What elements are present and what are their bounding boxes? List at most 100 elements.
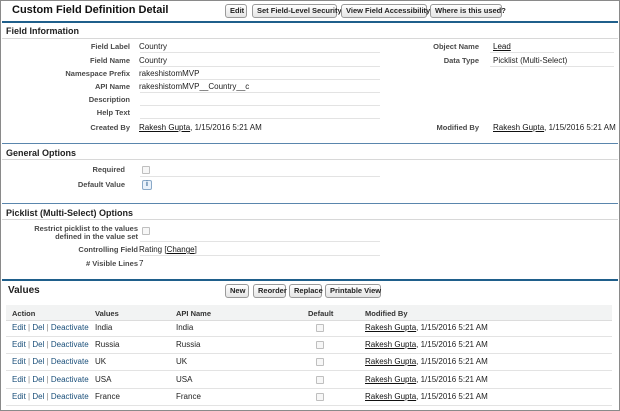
modified-by-user-link[interactable]: Rakesh Gupta: [493, 123, 544, 132]
restrict-picklist-label-line2: defined in the value set: [55, 232, 138, 241]
picklist-options-heading: Picklist (Multi-Select) Options: [6, 208, 134, 218]
general-options-heading: General Options: [6, 148, 77, 158]
page-title: Custom Field Definition Detail: [12, 4, 169, 16]
namespace-prefix-value: rakeshistomMVP: [139, 69, 200, 78]
created-by-user-link[interactable]: Rakesh Gupta: [139, 123, 190, 132]
row-value: Russia: [95, 340, 120, 349]
row-modified-by: Rakesh Gupta, 1/15/2016 5:21 AM: [365, 392, 488, 401]
del-action-link[interactable]: Del: [32, 375, 44, 384]
namespace-prefix-label: Namespace Prefix: [65, 69, 130, 78]
values-heading: Values: [8, 285, 40, 296]
deactivate-action-link[interactable]: Deactivate: [51, 375, 89, 384]
edit-action-link[interactable]: Edit: [12, 357, 26, 366]
row-modified-by-date: , 1/15/2016 5:21 AM: [416, 323, 488, 332]
row-modified-by-date: , 1/15/2016 5:21 AM: [416, 392, 488, 401]
replace-button[interactable]: Replace: [289, 284, 323, 298]
row-divider: [6, 370, 612, 371]
col-values: Values: [95, 309, 119, 318]
row-actions: Edit | Del | Deactivate: [12, 340, 89, 349]
row-api-name: India: [176, 323, 194, 332]
modified-by-label: Modified By: [436, 123, 480, 132]
set-field-level-security-button[interactable]: Set Field-Level Security: [252, 4, 342, 18]
field-label-value: Country: [139, 42, 168, 51]
deactivate-action-link[interactable]: Deactivate: [51, 323, 89, 332]
view-field-accessibility-button[interactable]: View Field Accessibility: [341, 4, 430, 18]
row-divider: [6, 405, 612, 406]
row-modified-by-user-link[interactable]: Rakesh Gupta: [365, 392, 416, 401]
created-by-value: Rakesh Gupta, 1/15/2016 5:21 AM: [139, 123, 262, 132]
row-modified-by-user-link[interactable]: Rakesh Gupta: [365, 375, 416, 384]
row-default-checkbox: [316, 358, 324, 366]
header-divider: [2, 21, 618, 23]
printable-view-button[interactable]: Printable View: [325, 284, 381, 298]
visible-lines-label: # Visible Lines: [86, 259, 138, 268]
info-icon[interactable]: i: [142, 180, 152, 190]
row-value: UK: [95, 357, 107, 366]
data-type-label: Data Type: [443, 56, 479, 65]
created-by-label: Created By: [90, 123, 130, 132]
del-action-link[interactable]: Del: [32, 357, 44, 366]
row-modified-by-date: , 1/15/2016 5:21 AM: [416, 357, 488, 366]
where-is-this-used-button[interactable]: Where is this used?: [430, 4, 506, 18]
deactivate-action-link[interactable]: Deactivate: [51, 340, 89, 349]
row-api-name: USA: [176, 375, 193, 384]
del-action-link[interactable]: Del: [32, 340, 44, 349]
row-api-name: UK: [176, 357, 188, 366]
field-name-label: Field Name: [89, 56, 130, 65]
row-modified-by: Rakesh Gupta, 1/15/2016 5:21 AM: [365, 375, 488, 384]
col-modified-by: Modified By: [365, 309, 408, 318]
row-modified-by: Rakesh Gupta, 1/15/2016 5:21 AM: [365, 357, 488, 366]
row-modified-by-user-link[interactable]: Rakesh Gupta: [365, 323, 416, 332]
api-name-label: API Name: [94, 82, 130, 91]
col-default: Default: [308, 309, 334, 318]
row-default-checkbox: [316, 393, 324, 401]
controlling-field-value: Rating [Change]: [139, 245, 197, 254]
deactivate-action-link[interactable]: Deactivate: [51, 357, 89, 366]
row-value: India: [95, 323, 113, 332]
row-default-checkbox: [316, 341, 324, 349]
created-by-date: , 1/15/2016 5:21 AM: [190, 123, 262, 132]
edit-action-link[interactable]: Edit: [12, 340, 26, 349]
row-api-name: France: [176, 392, 201, 401]
row-actions: Edit | Del | Deactivate: [12, 375, 89, 384]
row-modified-by: Rakesh Gupta, 1/15/2016 5:21 AM: [365, 340, 488, 349]
row-default-checkbox: [316, 324, 324, 332]
row-modified-by-user-link[interactable]: Rakesh Gupta: [365, 357, 416, 366]
del-action-link[interactable]: Del: [32, 392, 44, 401]
row-actions: Edit | Del | Deactivate: [12, 392, 89, 401]
default-value-label: Default Value: [77, 180, 125, 189]
deactivate-action-link[interactable]: Deactivate: [51, 392, 89, 401]
row-value: France: [95, 392, 120, 401]
del-action-link[interactable]: Del: [32, 323, 44, 332]
new-value-button[interactable]: New: [225, 284, 249, 298]
change-link[interactable]: Change: [167, 245, 195, 254]
api-name-value: rakeshistomMVP__Country__c: [139, 82, 250, 91]
reorder-button[interactable]: Reorder: [253, 284, 287, 298]
edit-action-link[interactable]: Edit: [12, 323, 26, 332]
controlling-field-name: Rating: [139, 245, 163, 254]
row-modified-by-user-link[interactable]: Rakesh Gupta: [365, 340, 416, 349]
col-action: Action: [12, 309, 36, 318]
row-actions: Edit | Del | Deactivate: [12, 323, 89, 332]
visible-lines-value: 7: [139, 259, 144, 268]
modified-by-date: , 1/15/2016 5:21 AM: [544, 123, 616, 132]
edit-action-link[interactable]: Edit: [12, 375, 26, 384]
row-default-checkbox: [316, 376, 324, 384]
edit-button[interactable]: Edit: [225, 4, 247, 18]
row-divider: [6, 388, 612, 389]
row-divider: [6, 353, 612, 354]
required-checkbox: [142, 166, 150, 174]
row-modified-by: Rakesh Gupta, 1/15/2016 5:21 AM: [365, 323, 488, 332]
field-name-value: Country: [139, 56, 168, 65]
description-label: Description: [88, 95, 130, 104]
row-divider: [6, 336, 612, 337]
modified-by-value: Rakesh Gupta, 1/15/2016 5:21 AM: [493, 123, 616, 132]
row-modified-by-date: , 1/15/2016 5:21 AM: [416, 375, 488, 384]
object-name-label: Object Name: [433, 42, 479, 51]
edit-action-link[interactable]: Edit: [12, 392, 26, 401]
row-modified-by-date: , 1/15/2016 5:21 AM: [416, 340, 488, 349]
controlling-field-label: Controlling Field: [78, 245, 138, 254]
data-type-value: Picklist (Multi-Select): [493, 56, 568, 65]
object-name-link[interactable]: Lead: [493, 42, 511, 51]
restrict-picklist-checkbox: [142, 227, 150, 235]
